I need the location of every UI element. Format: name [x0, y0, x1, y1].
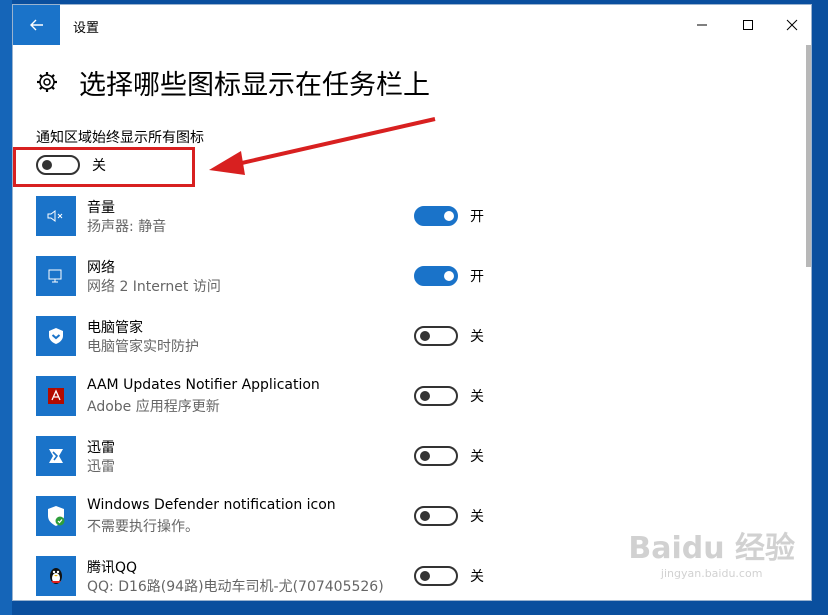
title-bar: 设置 — [13, 5, 811, 45]
toggle-knob — [420, 331, 430, 341]
list-item-qq: 腾讯QQ QQ: D16路(94路)电动车司机-尤(707405526) 关 — [36, 556, 496, 596]
back-button[interactable] — [13, 5, 60, 45]
thunder-toggle[interactable] — [414, 446, 458, 466]
toggle-state: 开 — [470, 209, 484, 225]
toggle-row: 开 — [414, 206, 484, 226]
toggle-row: 关 — [414, 386, 484, 406]
toggle-row: 开 — [414, 266, 484, 286]
list-item-volume: 音量 扬声器: 静音 开 — [36, 196, 496, 236]
toggle-state: 开 — [470, 269, 484, 285]
back-arrow-icon — [29, 19, 43, 31]
volume-toggle[interactable] — [414, 206, 458, 226]
toggle-row: 关 — [414, 446, 484, 466]
close-button[interactable] — [769, 5, 811, 45]
qq-toggle[interactable] — [414, 566, 458, 586]
scrollbar[interactable] — [806, 45, 811, 267]
app-description: 迅雷 — [87, 459, 115, 475]
window-title: 设置 — [73, 21, 100, 36]
app-name: 腾讯QQ — [87, 560, 138, 576]
app-name: 电脑管家 — [87, 320, 143, 336]
network-toggle[interactable] — [414, 266, 458, 286]
toggle-state: 关 — [470, 509, 484, 525]
network-icon — [48, 269, 62, 283]
defender-shield-icon — [48, 506, 65, 526]
app-icon-tile — [36, 556, 76, 596]
pc-manager-toggle[interactable] — [414, 326, 458, 346]
toggle-knob — [420, 451, 430, 461]
list-item-thunder: 迅雷 迅雷 关 — [36, 436, 496, 476]
maximize-icon — [743, 20, 753, 30]
app-icon-tile — [36, 436, 76, 476]
app-description: Adobe 应用程序更新 — [87, 399, 220, 415]
toggle-state: 关 — [470, 449, 484, 465]
toggle-row: 关 — [414, 506, 484, 526]
always-show-label: 通知区域始终显示所有图标 — [36, 130, 204, 146]
toggle-knob — [444, 211, 454, 221]
thunder-icon — [49, 449, 63, 463]
toggle-knob — [420, 391, 430, 401]
highlight-box — [13, 147, 195, 187]
app-name: 网络 — [87, 260, 115, 276]
toggle-knob — [444, 271, 454, 281]
app-description: 网络 2 Internet 访问 — [87, 279, 221, 295]
list-item-pc-manager: 电脑管家 电脑管家实时防护 关 — [36, 316, 496, 356]
page-title: 选择哪些图标显示在任务栏上 — [79, 70, 430, 101]
app-icon-tile — [36, 376, 76, 416]
close-icon — [786, 19, 798, 31]
app-description: QQ: D16路(94路)电动车司机-尤(707405526) — [87, 579, 384, 595]
minimize-button[interactable] — [679, 5, 725, 45]
desktop-background — [0, 0, 12, 615]
watermark-main: Baidu 经验 — [628, 531, 795, 566]
toggle-knob — [420, 571, 430, 581]
toggle-row: 关 — [414, 326, 484, 346]
app-icon-tile — [36, 496, 76, 536]
app-name: Windows Defender notification icon — [87, 497, 336, 513]
app-name: AAM Updates Notifier Application — [87, 377, 320, 393]
app-name: 迅雷 — [87, 440, 115, 456]
minimize-icon — [697, 24, 707, 26]
shield-icon — [49, 328, 63, 344]
app-description: 电脑管家实时防护 — [87, 339, 199, 355]
qq-penguin-icon — [50, 568, 62, 584]
list-item-network: 网络 网络 2 Internet 访问 开 — [36, 256, 496, 296]
settings-window: 设置 选择哪些图标显示在任务栏上 通知区域始终显示所有图标 关 音量 扬声器: … — [12, 4, 812, 601]
aam-updates-toggle[interactable] — [414, 386, 458, 406]
maximize-button[interactable] — [725, 5, 771, 45]
app-icon-tile — [36, 196, 76, 236]
toggle-row: 关 — [414, 566, 484, 586]
toggle-knob — [420, 511, 430, 521]
speaker-mute-icon — [47, 210, 63, 222]
toggle-state: 关 — [470, 389, 484, 405]
list-item-aam-updates: AAM Updates Notifier Application Adobe 应… — [36, 376, 496, 416]
app-description: 扬声器: 静音 — [87, 219, 167, 235]
watermark: Baidu 经验 jingyan.baidu.com — [628, 523, 795, 580]
app-icon-tile — [36, 256, 76, 296]
app-icon-tile — [36, 316, 76, 356]
gear-icon — [37, 72, 57, 92]
toggle-state: 关 — [470, 329, 484, 345]
list-item-defender: Windows Defender notification icon 不需要执行… — [36, 496, 496, 536]
app-description: 不需要执行操作。 — [87, 519, 199, 535]
app-name: 音量 — [87, 200, 115, 216]
watermark-sub: jingyan.baidu.com — [660, 567, 763, 580]
toggle-state: 关 — [470, 569, 484, 585]
defender-toggle[interactable] — [414, 506, 458, 526]
adobe-icon — [48, 388, 64, 404]
